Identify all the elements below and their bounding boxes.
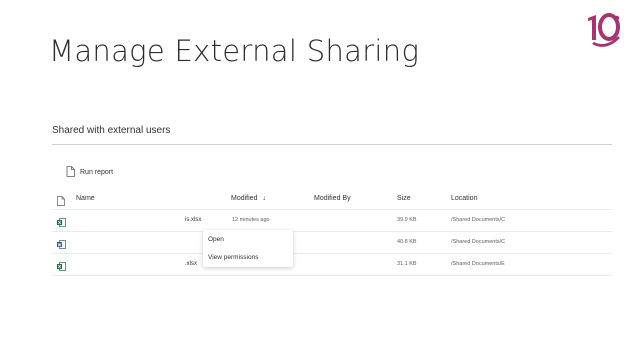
column-header-size[interactable]: Size — [397, 195, 411, 202]
file-name[interactable]: is.xlsx — [185, 217, 201, 223]
column-header-name[interactable]: Name — [76, 195, 95, 202]
size-cell: 31.1 KB — [397, 261, 417, 267]
run-report-button[interactable]: Run report — [66, 165, 113, 179]
modified-cell: 12 minutes ago — [232, 217, 270, 223]
column-header-modified[interactable]: Modified ↓ — [231, 195, 266, 202]
slide-title: Manage External Sharing — [49, 34, 420, 68]
location-cell: /Shared Documents/E — [451, 261, 505, 267]
section-title: Shared with external users — [52, 125, 171, 136]
location-cell: /Shared Documents/C — [451, 217, 506, 223]
column-header-location[interactable]: Location — [451, 195, 477, 202]
sort-descending-icon: ↓ — [262, 195, 266, 202]
table-row[interactable]: 40.8 KB /Shared Documents/C — [52, 232, 612, 254]
table-row[interactable]: .xlsx 31.1 KB /Shared Documents/E — [52, 254, 612, 276]
brand-logo — [584, 12, 624, 48]
excel-file-icon — [57, 214, 66, 232]
document-icon — [66, 165, 75, 179]
column-header-modified-by[interactable]: Modified By — [314, 195, 351, 202]
menu-item-open[interactable]: Open — [208, 236, 224, 243]
size-cell: 40.8 KB — [397, 239, 417, 245]
file-name[interactable]: .xlsx — [185, 261, 197, 267]
location-cell: /Shared Documents/C — [451, 239, 506, 245]
excel-file-icon — [57, 258, 66, 276]
word-file-icon — [57, 236, 66, 254]
menu-item-view-permissions[interactable]: View permissions — [208, 254, 258, 261]
column-header-modified-label: Modified — [231, 195, 258, 202]
context-menu: Open View permissions — [203, 230, 293, 267]
run-report-label: Run report — [80, 168, 114, 176]
table-row[interactable]: is.xlsx 12 minutes ago 39.9 KB /Shared D… — [52, 210, 612, 232]
row-divider — [52, 275, 612, 276]
section-divider — [52, 144, 612, 145]
size-cell: 39.9 KB — [397, 217, 417, 223]
